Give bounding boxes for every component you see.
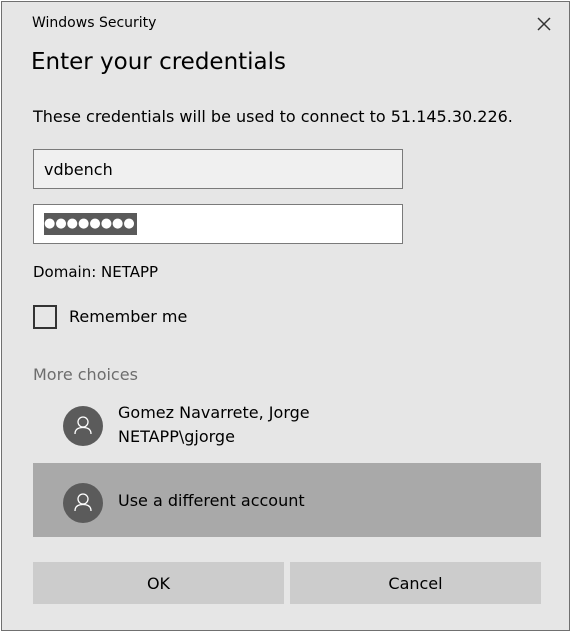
user-icon	[63, 406, 103, 446]
credentials-dialog: Windows Security Enter your credentials …	[1, 1, 570, 631]
remember-me-label[interactable]: Remember me	[69, 307, 187, 326]
password-field[interactable]: ●●●●●●●●	[33, 204, 403, 244]
account-username: NETAPP\gjorge	[118, 427, 235, 446]
dialog-description: These credentials will be used to connec…	[33, 107, 513, 126]
domain-label: Domain: NETAPP	[33, 263, 159, 281]
dialog-heading: Enter your credentials	[31, 49, 287, 75]
password-value: ●●●●●●●●	[44, 213, 137, 235]
cancel-button[interactable]: Cancel	[290, 562, 541, 604]
more-choices-label: More choices	[33, 365, 138, 384]
username-value: vdbench	[44, 160, 113, 179]
account-option-different[interactable]: Use a different account	[33, 463, 541, 537]
window-title: Windows Security	[32, 15, 157, 31]
user-icon	[63, 483, 103, 523]
close-button[interactable]	[531, 11, 557, 37]
remember-me-checkbox[interactable]	[33, 305, 57, 329]
account-name: Gomez Navarrete, Jorge	[118, 403, 310, 422]
close-icon	[537, 17, 551, 31]
account-option-gomez[interactable]: Gomez Navarrete, Jorge NETAPP\gjorge	[33, 393, 541, 459]
ok-button[interactable]: OK	[33, 562, 284, 604]
username-field[interactable]: vdbench	[33, 149, 403, 189]
different-account-label: Use a different account	[118, 491, 305, 510]
